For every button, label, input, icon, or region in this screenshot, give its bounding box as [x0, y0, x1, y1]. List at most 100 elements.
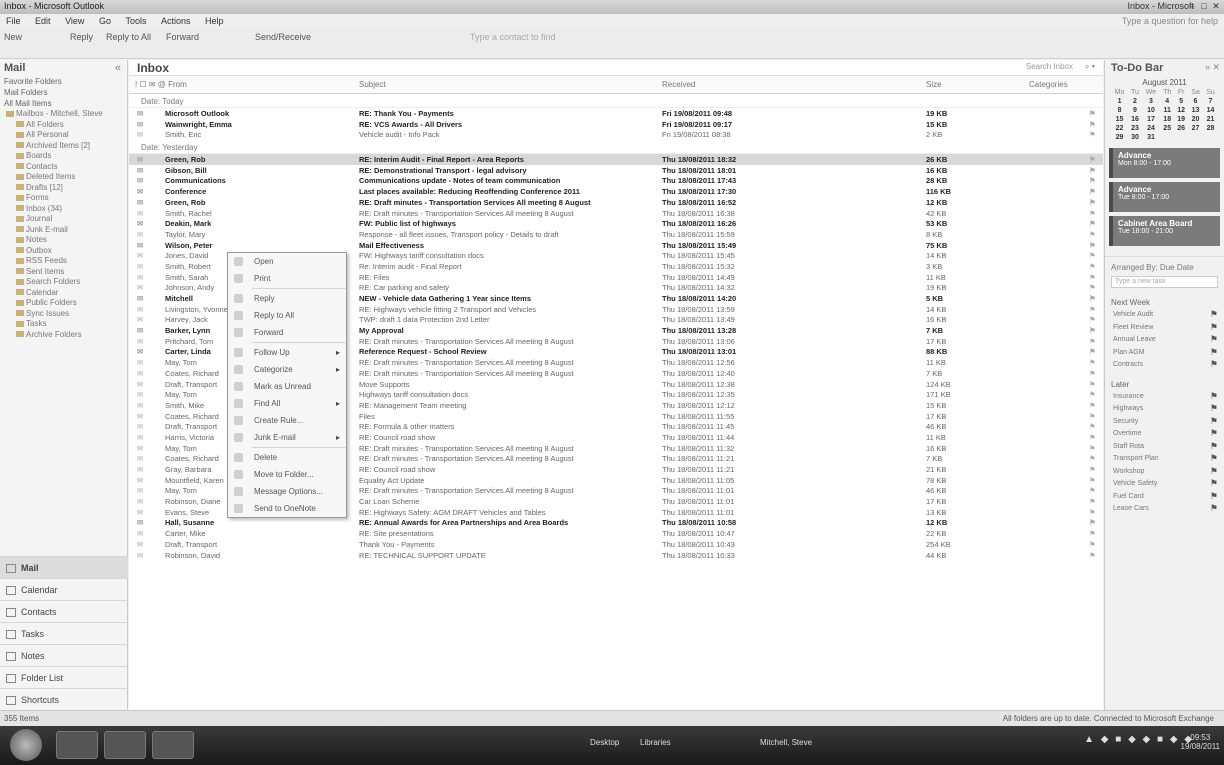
flag-icon[interactable]: ⚑ — [1089, 390, 1099, 399]
folder-item[interactable]: Tasks — [0, 319, 127, 330]
message-row[interactable]: ✉ Green, Rob RE: Draft minutes - Transport… — [129, 197, 1103, 208]
calendar-day[interactable]: 25 — [1160, 124, 1174, 133]
chevron-left-icon[interactable]: « — [115, 62, 121, 74]
flag-icon[interactable]: ⚑ — [1089, 508, 1099, 517]
flag-icon[interactable]: ⚑ — [1089, 347, 1099, 356]
folder-item[interactable]: Sent Items — [0, 267, 127, 278]
col-icons-from[interactable]: ! ☐ ✉ @ From — [135, 80, 187, 89]
col-received[interactable]: Received — [662, 80, 695, 89]
flag-icon[interactable]: ⚑ — [1089, 209, 1099, 218]
appointment[interactable]: Advance Mon 8:00 - 17:00 — [1109, 148, 1220, 178]
context-menu-item[interactable]: Create Rule... — [228, 412, 346, 429]
calendar-day[interactable]: 5 — [1174, 97, 1188, 106]
flag-icon[interactable]: ⚑ — [1089, 262, 1099, 271]
message-row[interactable]: ✉ Deakin, Mark FW: Public list of highways… — [129, 218, 1103, 229]
folder-item[interactable]: Deleted Items — [0, 172, 127, 183]
flag-icon[interactable]: ⚑ — [1089, 176, 1099, 185]
menu-file[interactable]: File — [0, 14, 27, 26]
calendar-day[interactable]: 28 — [1203, 124, 1218, 133]
folder-item[interactable]: Public Folders — [0, 298, 127, 309]
contact-search-input[interactable]: Type a contact to find — [470, 32, 556, 42]
folder-item[interactable]: Notes — [0, 235, 127, 246]
calendar-day[interactable]: 2 — [1128, 97, 1142, 106]
arranged-by[interactable]: Arranged By: Due Date — [1105, 256, 1224, 274]
flag-icon[interactable]: ⚑ — [1089, 529, 1099, 538]
nav-shortcuts-button[interactable]: Shortcuts — [0, 688, 128, 710]
flag-icon[interactable]: ⚑ — [1089, 486, 1099, 495]
nav-calendar-button[interactable]: Calendar — [0, 578, 128, 600]
folder-item[interactable]: All Personal — [0, 130, 127, 141]
flag-icon[interactable]: ⚑ — [1089, 454, 1099, 463]
message-row[interactable]: ✉ Gibson, Bill RE: Demonstrational Transpo… — [129, 165, 1103, 176]
folder-item[interactable]: Outbox — [0, 246, 127, 257]
nav-contacts-button[interactable]: Contacts — [0, 600, 128, 622]
flag-icon[interactable]: ⚑ — [1089, 369, 1099, 378]
appointment[interactable]: Advance Tue 8:00 - 17:00 — [1109, 182, 1220, 212]
flag-icon[interactable]: ⚑ — [1089, 465, 1099, 474]
nav-tasks-button[interactable]: Tasks — [0, 622, 128, 644]
flag-icon[interactable]: ⚑ — [1089, 412, 1099, 421]
task-item[interactable]: Vehicle Audit ⚑ — [1105, 309, 1224, 322]
flag-icon[interactable]: ⚑ — [1089, 155, 1099, 164]
message-row[interactable]: ✉ Conference Last places available: Reduci… — [129, 186, 1103, 197]
reply-all-button[interactable]: Reply to All — [106, 32, 151, 42]
flag-icon[interactable]: ⚑ — [1210, 416, 1218, 427]
menu-actions[interactable]: Actions — [155, 14, 197, 26]
calendar-day[interactable]: 17 — [1142, 115, 1160, 124]
calendar-day[interactable]: 14 — [1203, 106, 1218, 115]
flag-icon[interactable]: ⚑ — [1089, 540, 1099, 549]
col-size[interactable]: Size — [926, 80, 942, 89]
inbox-search-input[interactable]: Search Inbox — [1026, 62, 1073, 71]
calendar-day[interactable]: 27 — [1188, 124, 1203, 133]
calendar-day[interactable]: 7 — [1203, 97, 1218, 106]
taskbar-explorer-icon[interactable] — [56, 731, 98, 759]
minimize-button[interactable]: – — [1186, 0, 1198, 12]
calendar-day[interactable]: 15 — [1111, 115, 1128, 124]
context-menu-item[interactable]: Message Options... — [228, 483, 346, 500]
taskbar-media-icon[interactable] — [104, 731, 146, 759]
task-item[interactable]: Plan AGM ⚑ — [1105, 347, 1224, 360]
folder-item[interactable]: Calendar — [0, 288, 127, 299]
context-menu-item[interactable]: Send to OneNote — [228, 500, 346, 517]
flag-icon[interactable]: ⚑ — [1210, 466, 1218, 477]
task-item[interactable]: Workshop ⚑ — [1105, 466, 1224, 479]
folder-item[interactable]: RSS Feeds — [0, 256, 127, 267]
task-item[interactable]: Highways ⚑ — [1105, 403, 1224, 416]
calendar-day[interactable]: 10 — [1142, 106, 1160, 115]
nav-folder-list-button[interactable]: Folder List — [0, 666, 128, 688]
flag-icon[interactable]: ⚑ — [1089, 337, 1099, 346]
menu-view[interactable]: View — [59, 14, 90, 26]
message-row[interactable]: ✉ Taylor, Mary Response - all fleet issues… — [129, 229, 1103, 240]
context-menu-item[interactable]: Reply to All — [228, 307, 346, 324]
flag-icon[interactable]: ⚑ — [1089, 551, 1099, 560]
taskbar-browser-icon[interactable] — [152, 731, 194, 759]
calendar-day[interactable]: 13 — [1188, 106, 1203, 115]
calendar-day[interactable]: 12 — [1174, 106, 1188, 115]
flag-icon[interactable]: ⚑ — [1089, 166, 1099, 175]
flag-icon[interactable]: ⚑ — [1089, 251, 1099, 260]
task-item[interactable]: Annual Leave ⚑ — [1105, 334, 1224, 347]
flag-icon[interactable]: ⚑ — [1089, 219, 1099, 228]
appointment[interactable]: Cabinet Area Board Tue 18:00 - 21:00 — [1109, 216, 1220, 246]
calendar-month[interactable]: August 2011 — [1111, 78, 1218, 88]
task-item[interactable]: Vehicle Safety ⚑ — [1105, 478, 1224, 491]
calendar-day[interactable]: 31 — [1142, 133, 1160, 142]
folder-item[interactable]: Search Folders — [0, 277, 127, 288]
flag-icon[interactable]: ⚑ — [1089, 497, 1099, 506]
flag-icon[interactable]: ⚑ — [1089, 518, 1099, 527]
help-search-input[interactable]: Type a question for help — [1122, 16, 1218, 26]
new-button[interactable]: New — [4, 32, 22, 42]
calendar-day[interactable] — [1188, 133, 1203, 142]
calendar-day[interactable]: 26 — [1174, 124, 1188, 133]
flag-icon[interactable]: ⚑ — [1089, 283, 1099, 292]
calendar-day[interactable]: 19 — [1174, 115, 1188, 124]
flag-icon[interactable]: ⚑ — [1089, 187, 1099, 196]
flag-icon[interactable]: ⚑ — [1210, 309, 1218, 320]
context-menu-item[interactable]: Forward — [228, 324, 346, 341]
task-item[interactable]: Fuel Card ⚑ — [1105, 491, 1224, 504]
message-row[interactable]: ✉ Robinson, David RE: TECHNICAL SUPPORT UP… — [129, 550, 1103, 561]
calendar-day[interactable] — [1174, 133, 1188, 142]
flag-icon[interactable]: ⚑ — [1089, 130, 1099, 139]
message-row[interactable]: ✉ Green, Rob RE: Interim Audit - Final Rep… — [129, 154, 1103, 165]
context-menu-item[interactable]: Find All ▸ — [228, 395, 346, 412]
